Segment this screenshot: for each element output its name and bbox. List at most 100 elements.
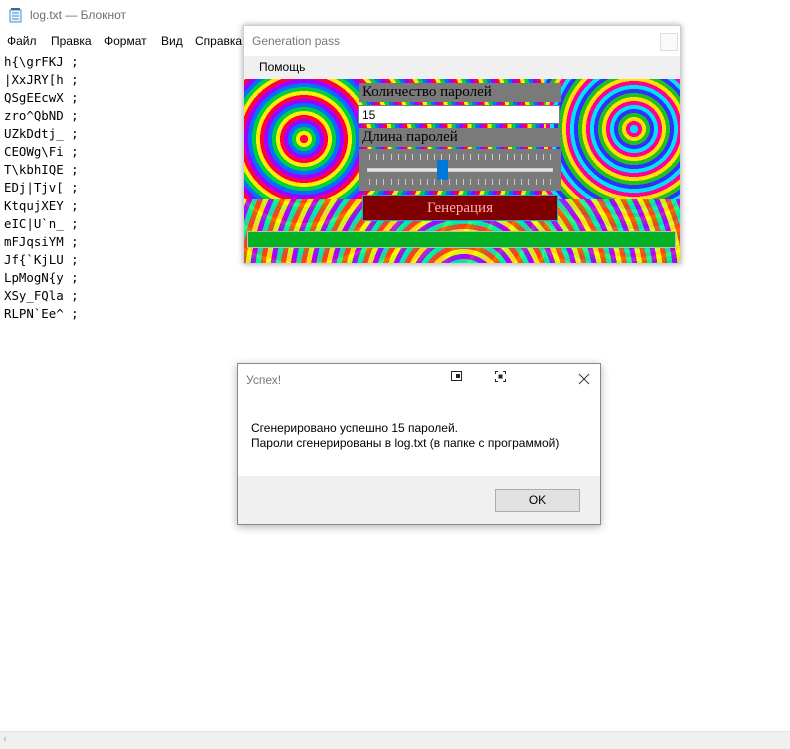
- slider-tick: [485, 179, 486, 185]
- slider-tick: [550, 179, 551, 185]
- screen-capture-icon[interactable]: [495, 371, 506, 382]
- msg-title: Успех!: [246, 373, 282, 387]
- text-line: LpMogN{y ;: [4, 270, 79, 285]
- horizontal-scrollbar[interactable]: ‹: [0, 731, 790, 749]
- success-message-box: Успех! Сгенерировано успешно 15 паролей.…: [237, 363, 601, 525]
- slider-tick: [463, 179, 464, 185]
- slider-tick: [398, 154, 399, 160]
- slider-ticks-bottom: [369, 179, 551, 185]
- gen-title: Generation pass: [252, 34, 341, 48]
- slider-tick: [441, 179, 442, 185]
- msg-body: Сгенерировано успешно 15 паролей. Пароли…: [251, 421, 559, 451]
- slider-tick: [449, 179, 450, 185]
- slider-tick: [376, 179, 377, 185]
- gen-menu-help[interactable]: Помощь: [259, 60, 305, 74]
- slider-tick: [405, 179, 406, 185]
- slider-tick: [499, 179, 500, 185]
- slider-tick: [507, 179, 508, 185]
- text-line: eIC|U`n_ ;: [4, 216, 79, 231]
- gen-background-image: Количество паролей Длина паролей Генерац…: [244, 79, 680, 263]
- progress-fill: [248, 232, 675, 247]
- slider-tick: [369, 154, 370, 160]
- slider-tick: [485, 154, 486, 160]
- text-line: |XxJRY[h ;: [4, 72, 79, 87]
- slider-tick: [463, 154, 464, 160]
- slider-tick: [470, 179, 471, 185]
- slider-tick: [521, 179, 522, 185]
- slider-tick: [412, 154, 413, 160]
- password-count-label: Количество паролей: [359, 83, 561, 102]
- slider-tick: [492, 154, 493, 160]
- slider-tick: [456, 179, 457, 185]
- menu-view[interactable]: Вид: [161, 34, 183, 48]
- slider-tick: [543, 154, 544, 160]
- slider-tick: [434, 179, 435, 185]
- text-line: h{\grFKJ ;: [4, 54, 79, 69]
- slider-tick: [412, 179, 413, 185]
- msg-line-2: Пароли сгенерированы в log.txt (в папке …: [251, 436, 560, 450]
- slider-thumb[interactable]: [437, 160, 448, 180]
- text-line: UZkDdtj_ ;: [4, 126, 79, 141]
- notepad-title: log.txt — Блокнот: [30, 8, 127, 22]
- text-line: zro^QbND ;: [4, 108, 79, 123]
- slider-tick: [478, 179, 479, 185]
- ok-button[interactable]: OK: [495, 489, 580, 512]
- slider-tick: [499, 154, 500, 160]
- text-line: KtqujXEY ;: [4, 198, 79, 213]
- notepad-lines: h{\grFKJ ; |XxJRY[h ; QSgEEcwX ; zro^QbN…: [4, 53, 79, 323]
- snap-window-icon[interactable]: [451, 371, 462, 381]
- msg-footer: OK: [238, 476, 600, 524]
- text-line: T\kbhIQE ;: [4, 162, 79, 177]
- slider-tick: [405, 154, 406, 160]
- password-length-slider[interactable]: [359, 149, 561, 191]
- text-line: CEOWg\Fi ;: [4, 144, 79, 159]
- menu-edit[interactable]: Правка: [51, 34, 92, 48]
- text-line: Jf{`KjLU ;: [4, 252, 79, 267]
- slider-tick: [391, 179, 392, 185]
- slider-tick: [427, 154, 428, 160]
- slider-tick: [420, 154, 421, 160]
- generation-pass-window: Generation pass Помощь Количество пароле…: [243, 25, 681, 264]
- slider-tick: [514, 179, 515, 185]
- text-line: mFJqsiYM ;: [4, 234, 79, 249]
- slider-tick: [420, 179, 421, 185]
- slider-tick: [528, 179, 529, 185]
- menu-file[interactable]: Файл: [7, 34, 37, 48]
- slider-tick: [536, 154, 537, 160]
- slider-tick: [528, 154, 529, 160]
- slider-tick: [478, 154, 479, 160]
- gen-close-button[interactable]: [660, 33, 678, 51]
- gen-menubar: Помощь: [244, 56, 680, 79]
- text-line: XSy_FQla ;: [4, 288, 79, 303]
- password-length-label: Длина паролей: [359, 128, 561, 147]
- slider-tick: [456, 154, 457, 160]
- slider-tick: [383, 179, 384, 185]
- slider-tick: [376, 154, 377, 160]
- text-line: RLPN`Ee^ ;: [4, 306, 79, 321]
- slider-tick: [507, 154, 508, 160]
- slider-track[interactable]: [367, 168, 553, 172]
- slider-tick: [536, 179, 537, 185]
- progress-bar: [247, 231, 676, 248]
- slider-tick: [434, 154, 435, 160]
- gen-titlebar[interactable]: Generation pass: [244, 26, 680, 56]
- slider-ticks-top: [369, 154, 551, 160]
- text-line: QSgEEcwX ;: [4, 90, 79, 105]
- slider-tick: [383, 154, 384, 160]
- slider-tick: [543, 179, 544, 185]
- password-count-input[interactable]: [358, 105, 560, 124]
- menu-help[interactable]: Справка: [195, 34, 242, 48]
- slider-tick: [470, 154, 471, 160]
- slider-tick: [550, 154, 551, 160]
- slider-tick: [492, 179, 493, 185]
- generate-button[interactable]: Генерация: [362, 195, 558, 221]
- scroll-left-icon[interactable]: ‹: [3, 735, 13, 745]
- slider-tick: [369, 179, 370, 185]
- slider-tick: [391, 154, 392, 160]
- notepad-app-icon: [9, 8, 22, 23]
- msg-line-1: Сгенерировано успешно 15 паролей.: [251, 421, 458, 435]
- slider-tick: [514, 154, 515, 160]
- menu-format[interactable]: Формат: [104, 34, 147, 48]
- msg-close-button[interactable]: [576, 371, 592, 387]
- slider-tick: [398, 179, 399, 185]
